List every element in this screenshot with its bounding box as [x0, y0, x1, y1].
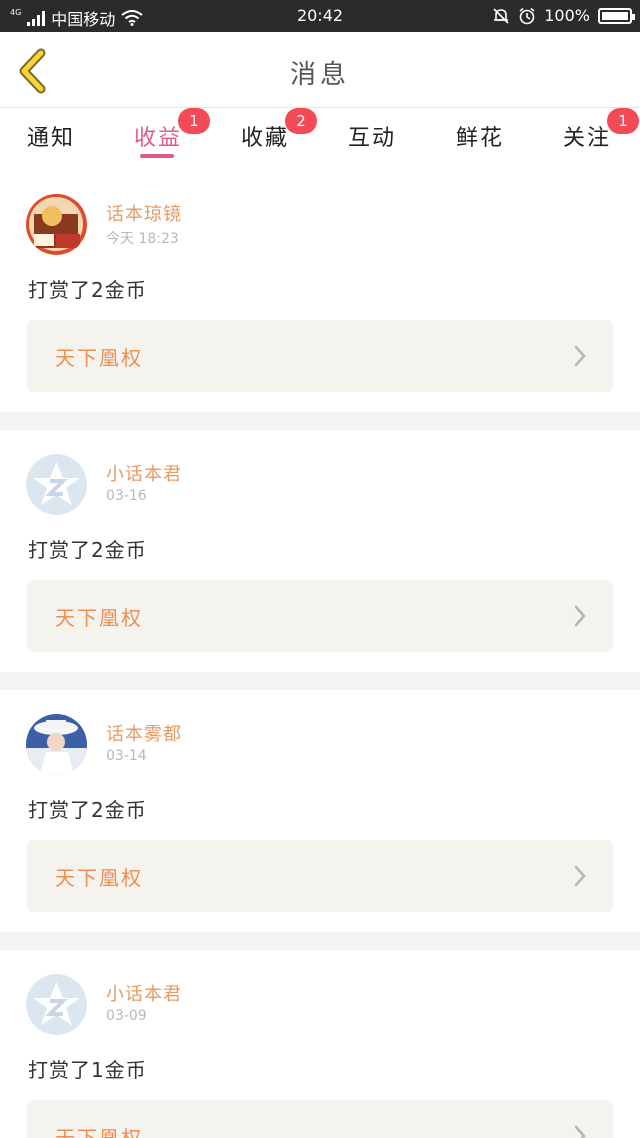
chevron-right-icon	[574, 865, 586, 887]
username[interactable]: 小话本君	[106, 460, 182, 486]
message-item: 话本雾都 03-14 打赏了2金币 天下凰权	[0, 690, 640, 932]
tab-label: 收益	[134, 126, 183, 151]
tab-label: 收藏	[241, 126, 290, 151]
book-card[interactable]: 天下凰权	[27, 320, 613, 392]
tab-earnings[interactable]: 收益 1	[134, 108, 210, 170]
tab-notifications[interactable]: 通知	[27, 116, 75, 170]
tab-favorites[interactable]: 收藏 2	[241, 108, 317, 170]
divider	[0, 932, 640, 950]
status-bar: 4G 中国移动 20:42 100%	[0, 0, 640, 32]
message-text: 打赏了1金币	[28, 1058, 147, 1082]
book-card[interactable]: 天下凰权	[27, 840, 613, 912]
tab-label: 关注	[563, 126, 612, 151]
tab-label: 鲜花	[456, 126, 505, 151]
battery-percent: 100%	[544, 6, 590, 25]
timestamp: 今天 18:23	[106, 231, 179, 247]
user-avatar-image	[26, 714, 87, 775]
chevron-right-icon	[574, 1125, 586, 1138]
username[interactable]: 话本雾都	[106, 720, 182, 746]
message-text: 打赏了2金币	[28, 538, 147, 562]
chevron-right-icon	[574, 605, 586, 627]
unread-badge: 1	[178, 108, 210, 134]
book-title: 天下凰权	[55, 346, 143, 370]
username[interactable]: 小话本君	[106, 980, 182, 1006]
avatar[interactable]	[26, 974, 87, 1035]
message-text: 打赏了2金币	[28, 278, 147, 302]
tab-label: 通知	[27, 126, 76, 151]
default-avatar-icon	[26, 454, 87, 515]
avatar[interactable]	[26, 714, 87, 775]
mute-bell-icon	[493, 7, 509, 24]
book-title: 天下凰权	[55, 866, 143, 890]
user-avatar-image	[26, 194, 87, 255]
page-title: 消息	[289, 60, 350, 90]
status-right: 100%	[492, 6, 635, 25]
message-item: 话本琼镜 今天 18:23 打赏了2金币 天下凰权	[0, 170, 640, 412]
message-text: 打赏了2金币	[28, 798, 147, 822]
chevron-right-icon	[574, 345, 586, 367]
default-avatar-icon	[26, 974, 87, 1035]
username[interactable]: 话本琼镜	[106, 200, 182, 226]
divider	[0, 672, 640, 690]
tab-bar: 通知 收益 1 收藏 2 互动 鲜花 关注 1	[0, 108, 640, 170]
avatar[interactable]	[26, 454, 87, 515]
timestamp: 03-14	[106, 748, 147, 764]
tab-flowers[interactable]: 鲜花	[456, 116, 504, 170]
book-title: 天下凰权	[55, 606, 143, 630]
nav-header: 消息	[0, 32, 640, 108]
tab-following[interactable]: 关注 1	[563, 108, 639, 170]
timestamp: 03-16	[106, 488, 147, 504]
book-card[interactable]: 天下凰权	[27, 580, 613, 652]
avatar[interactable]	[26, 194, 87, 255]
tab-interactions[interactable]: 互动	[348, 116, 396, 170]
unread-badge: 2	[285, 108, 317, 134]
message-item: 小话本君 03-16 打赏了2金币 天下凰权	[0, 430, 640, 672]
unread-badge: 1	[607, 108, 639, 134]
timestamp: 03-09	[106, 1008, 147, 1024]
book-title: 天下凰权	[55, 1126, 143, 1138]
divider	[0, 412, 640, 430]
tab-label: 互动	[348, 126, 397, 151]
book-card[interactable]: 天下凰权	[27, 1100, 613, 1138]
active-tab-indicator	[140, 154, 174, 158]
message-item: 小话本君 03-09 打赏了1金币 天下凰权	[0, 950, 640, 1138]
battery-icon	[598, 7, 635, 24]
alarm-icon	[519, 7, 535, 24]
